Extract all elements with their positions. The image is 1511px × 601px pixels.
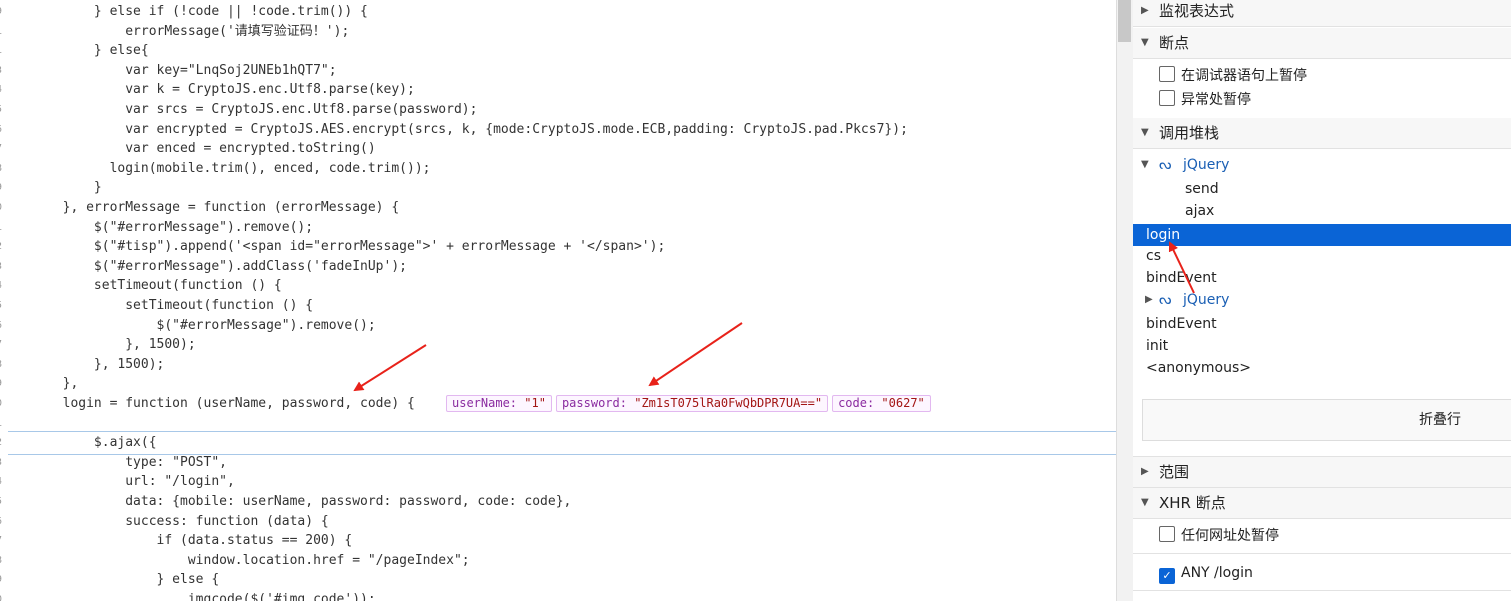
red-arrow-icon [648,322,743,387]
annotation-arrows [353,241,1195,392]
red-arrow-icon [1168,241,1195,294]
red-arrow-icon [353,344,427,392]
